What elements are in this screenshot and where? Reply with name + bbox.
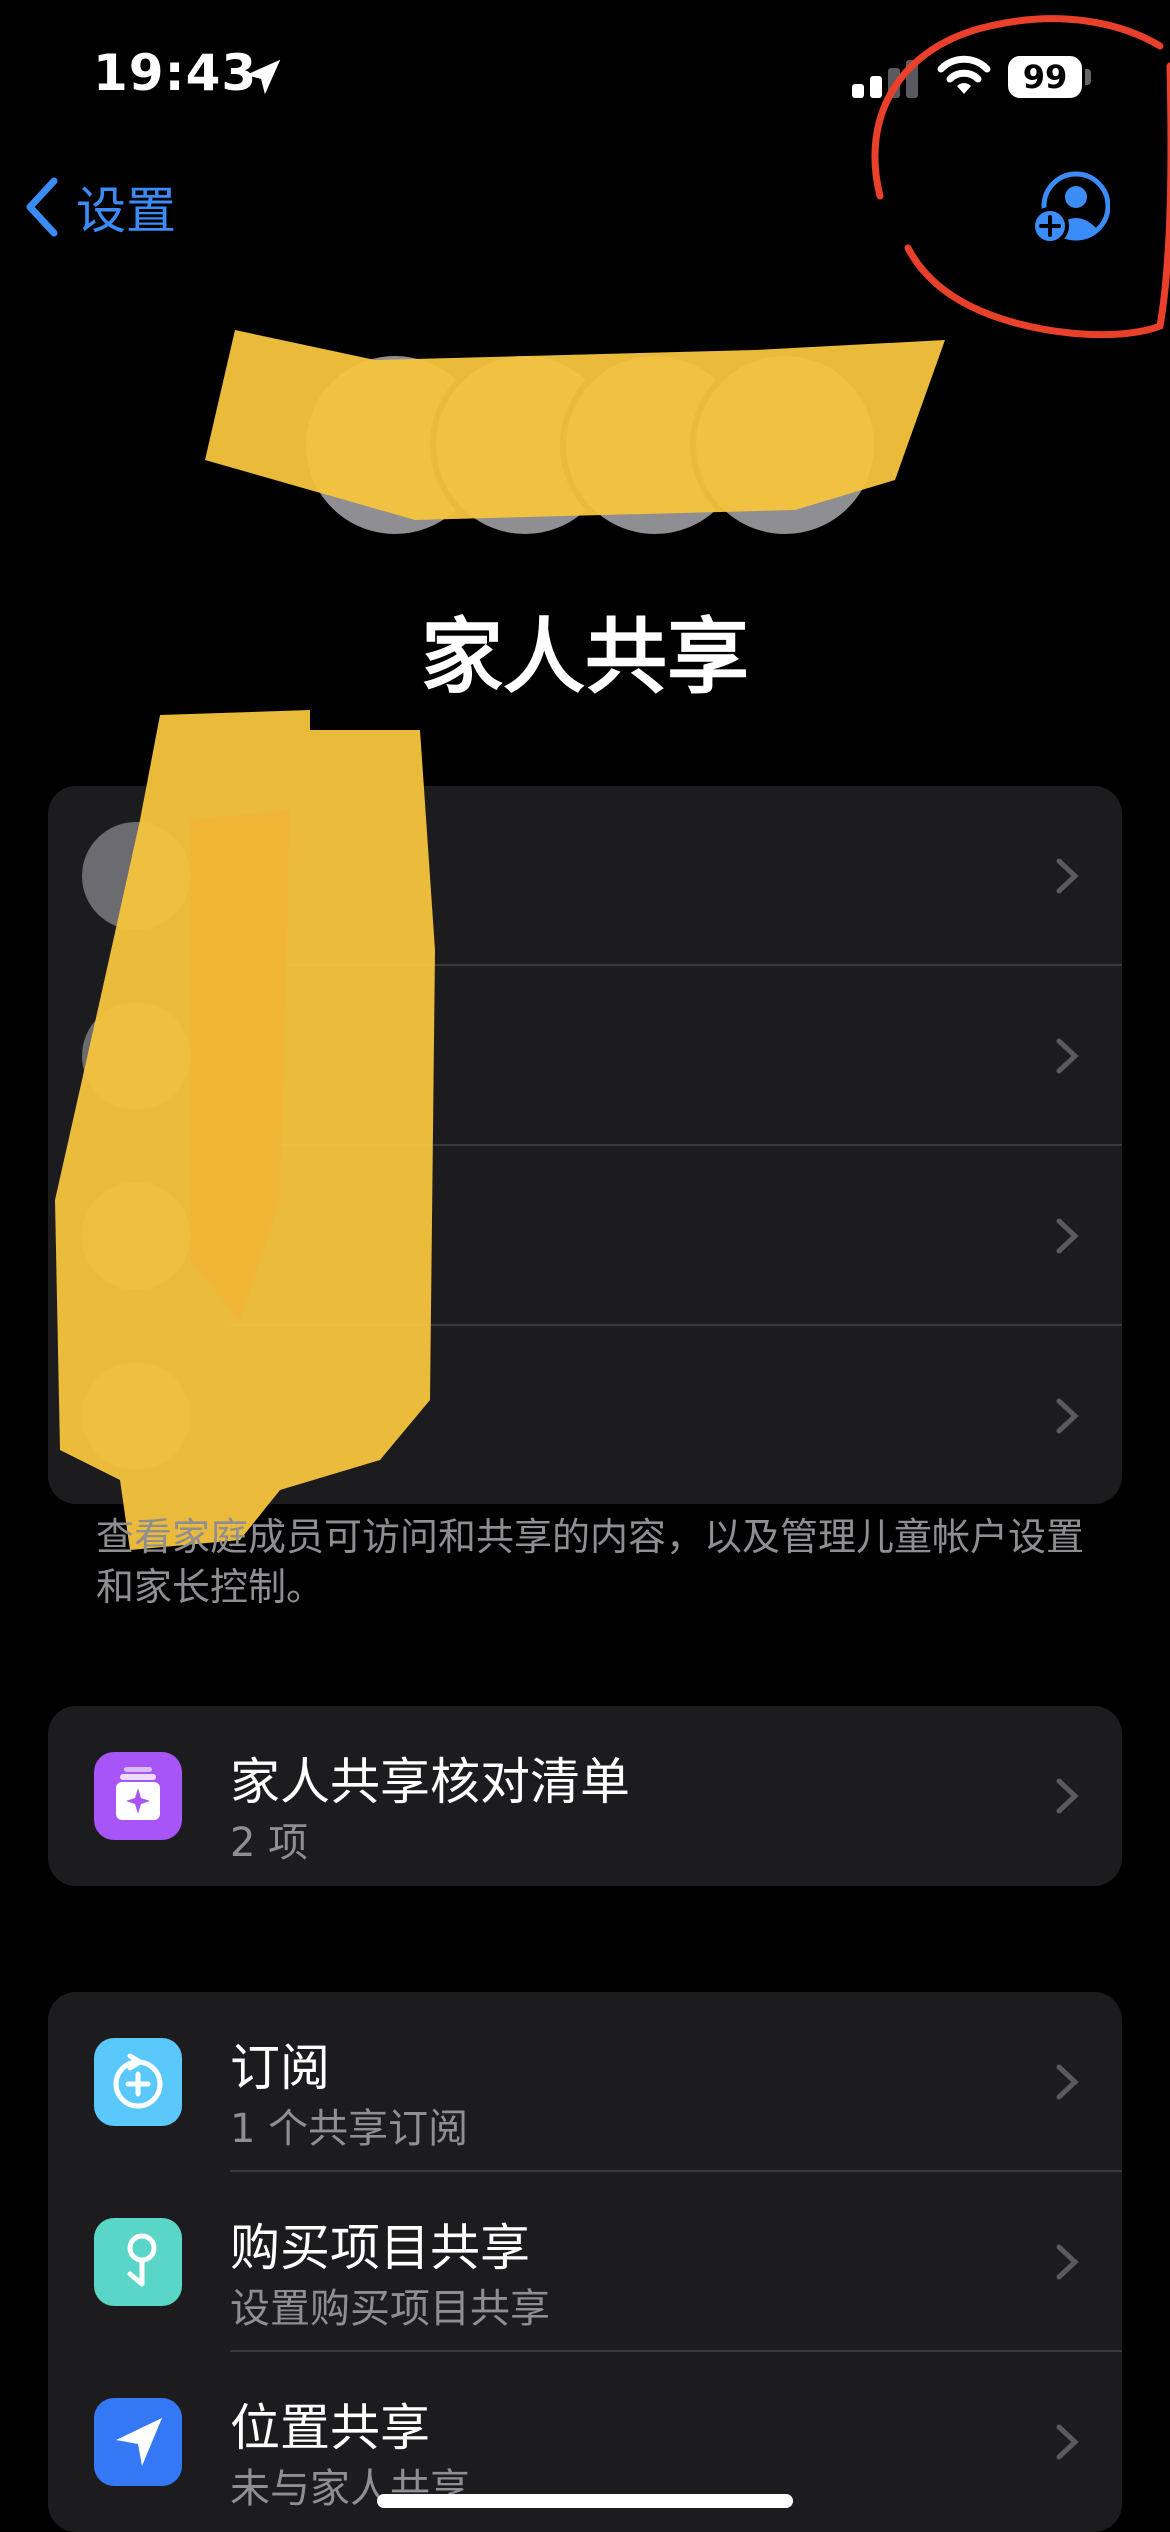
back-label: 设置 bbox=[76, 182, 176, 240]
page-title: 家人共享 bbox=[420, 610, 749, 705]
checklist-icon bbox=[94, 1752, 182, 1840]
chevron-right-icon bbox=[1056, 2424, 1079, 2460]
purchase-sharing-title: 购买项目共享 bbox=[230, 2219, 530, 2277]
family-avatars bbox=[300, 350, 880, 540]
sharing-features-list: 订阅 1 个共享订阅 购买项目共享 设置购买项目共享 位置共享 未与家人共享 bbox=[48, 1992, 1122, 2532]
chevron-left-icon bbox=[26, 177, 58, 237]
subscriptions-row[interactable]: 订阅 1 个共享订阅 bbox=[48, 1992, 1122, 2172]
list-item[interactable] bbox=[48, 786, 1122, 966]
subscriptions-icon bbox=[94, 2038, 182, 2126]
chevron-right-icon bbox=[1056, 2064, 1079, 2100]
avatar bbox=[82, 1182, 190, 1290]
chevron-right-icon bbox=[1056, 858, 1079, 894]
list-item[interactable] bbox=[48, 966, 1122, 1146]
home-indicator[interactable] bbox=[377, 2494, 793, 2508]
avatar bbox=[82, 1002, 190, 1110]
battery-level: 99 bbox=[1008, 56, 1082, 98]
list-item[interactable] bbox=[48, 1326, 1122, 1504]
back-button[interactable]: 设置 bbox=[24, 172, 176, 242]
chevron-right-icon bbox=[1056, 1038, 1079, 1074]
battery-icon: 99 bbox=[1008, 56, 1092, 98]
purchase-sharing-icon bbox=[94, 2218, 182, 2306]
list-item[interactable] bbox=[48, 1146, 1122, 1326]
status-time: 19:43 bbox=[93, 44, 258, 102]
checklist-group: 家人共享核对清单 2 项 bbox=[48, 1706, 1122, 1886]
checklist-row[interactable]: 家人共享核对清单 2 项 bbox=[48, 1706, 1122, 1886]
location-sharing-icon bbox=[94, 2398, 182, 2486]
avatar bbox=[82, 1362, 190, 1470]
purchase-sharing-row[interactable]: 购买项目共享 设置购买项目共享 bbox=[48, 2172, 1122, 2352]
location-arrow-icon bbox=[245, 59, 281, 95]
status-bar: 19:43 99 bbox=[0, 0, 1170, 150]
wifi-icon bbox=[937, 55, 991, 94]
subscriptions-title: 订阅 bbox=[230, 2039, 330, 2097]
members-description: 查看家庭成员可访问和共享的内容，以及管理儿童帐户设置和家长控制。 bbox=[96, 1515, 1085, 1609]
avatar bbox=[82, 822, 190, 930]
checklist-title: 家人共享核对清单 bbox=[230, 1753, 630, 1811]
checklist-subtitle: 2 项 bbox=[230, 1820, 309, 1866]
family-members-list bbox=[48, 786, 1122, 1504]
add-family-member-icon[interactable] bbox=[1030, 170, 1110, 250]
purchase-sharing-subtitle: 设置购买项目共享 bbox=[230, 2286, 550, 2332]
cellular-signal-icon bbox=[852, 60, 918, 98]
location-sharing-title: 位置共享 bbox=[230, 2399, 430, 2457]
subscriptions-subtitle: 1 个共享订阅 bbox=[230, 2106, 469, 2152]
chevron-right-icon bbox=[1056, 1778, 1079, 1814]
chevron-right-icon bbox=[1056, 1398, 1079, 1434]
chevron-right-icon bbox=[1056, 1218, 1079, 1254]
chevron-right-icon bbox=[1056, 2244, 1079, 2280]
